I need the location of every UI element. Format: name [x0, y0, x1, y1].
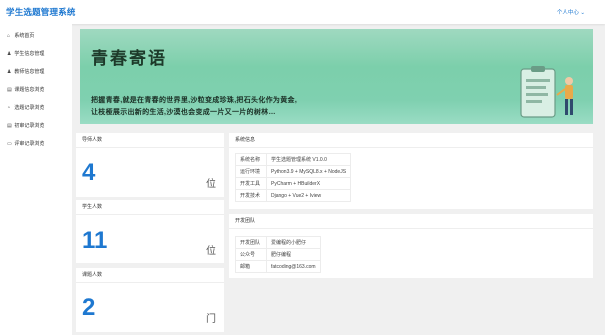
sidebar-item-label: 初审记录浏览 — [14, 123, 45, 129]
sidebar-item-label: 系统首页 — [14, 33, 35, 39]
sidebar-item-label: 教师信息管理 — [14, 69, 45, 75]
clipboard-illustration-icon — [520, 66, 573, 118]
info-value: 爱编程的小肥仔 — [266, 236, 321, 249]
stat-value: 4 — [82, 159, 96, 186]
dev-team-table: 开发团队 爱编程的小肥仔 公众号 肥仔编程 邮箱 fatcoding@163.com — [235, 236, 321, 273]
stat-label: 课题人数 — [76, 268, 224, 283]
table-row: 邮箱 fatcoding@163.com — [235, 260, 321, 273]
info-value: PyCharm + HBuilderX — [265, 177, 352, 190]
welcome-banner: 青春寄语 把握青春,就是在青春的世界里,沙粒变成珍珠,把石头化作为黄金, 让枝桠… — [80, 29, 593, 124]
stat-value: 2 — [82, 294, 96, 321]
info-key: 系统名称 — [235, 153, 267, 166]
home-icon: ⌂ — [7, 33, 11, 39]
sidebar-item-evaluation[interactable]: ▭ 评审记录浏览 — [0, 135, 72, 153]
person-icon: ♟ — [7, 69, 12, 75]
table-row: 运行环境 Python3.9 + MySQL8.x + NodeJS — [235, 165, 352, 178]
table-row: 开发工具 PyCharm + HBuilderX — [235, 177, 352, 190]
score-icon: ▭ — [7, 141, 12, 147]
banner-quote-line: 把握青春,就是在青春的世界里,沙粒变成珍珠,把石头化作为黄金, — [91, 97, 298, 104]
top-header: 学生选题管理系统 个人中心 ⌄ — [0, 0, 605, 24]
student-count-card: 学生人数 11 位 — [76, 200, 224, 263]
info-value: 肥仔编程 — [266, 248, 321, 261]
stat-unit: 门 — [206, 314, 216, 325]
sidebar-item-selection-records[interactable]: ◔ 选题记录浏览 — [0, 99, 72, 117]
stat-label: 学生人数 — [76, 200, 224, 215]
sidebar-item-label: 课题信息浏览 — [14, 87, 45, 93]
table-row: 公众号 肥仔编程 — [235, 248, 321, 261]
info-key: 开发技术 — [235, 189, 267, 202]
table-row: 系统名称 学生选题管理系统 V1.0.0 — [235, 153, 352, 166]
record-icon: ◔ — [7, 105, 11, 111]
info-key: 邮箱 — [235, 260, 267, 273]
info-value: fatcoding@163.com — [266, 260, 321, 273]
info-key: 公众号 — [235, 248, 267, 261]
sidebar-item-label: 选题记录浏览 — [14, 105, 45, 111]
system-info-table: 系统名称 学生选题管理系统 V1.0.0 运行环境 Python3.9 + MySQ… — [235, 153, 352, 202]
topic-count-card: 课题人数 2 门 — [76, 268, 224, 332]
table-row: 开发团队 爱编程的小肥仔 — [235, 236, 321, 249]
sidebar-item-students[interactable]: ♟ 学生信息管理 — [0, 45, 72, 63]
review-icon: ▤ — [7, 123, 12, 129]
system-info-panel: 系统信息 系统名称 学生选题管理系统 V1.0.0 运行环境 Python3.9 +… — [229, 133, 593, 209]
stat-label: 导师人数 — [76, 133, 224, 148]
info-key: 开发工具 — [235, 177, 267, 190]
stat-value: 11 — [82, 227, 108, 254]
info-value: 学生选题管理系统 V1.0.0 — [265, 153, 352, 166]
app-title: 学生选题管理系统 — [6, 7, 76, 17]
panel-title: 系统信息 — [229, 133, 593, 148]
user-center-menu[interactable]: 个人中心 ⌄ — [557, 8, 585, 16]
banner-title: 青春寄语 — [91, 49, 167, 68]
stat-unit: 位 — [206, 246, 216, 257]
info-value: Django + Vue2 + Iview — [265, 189, 352, 202]
sidebar: ⌂ 系统首页 ♟ 学生信息管理 ♟ 教师信息管理 ▤ 课题信息浏览 ◔ 选题记录… — [0, 24, 72, 335]
stat-unit: 位 — [206, 179, 216, 190]
sidebar-item-label: 评审记录浏览 — [14, 141, 45, 147]
info-key: 开发团队 — [235, 236, 267, 249]
dev-team-panel: 开发团队 开发团队 爱编程的小肥仔 公众号 肥仔编程 邮箱 fatcoding@163… — [229, 214, 593, 278]
sidebar-item-first-review[interactable]: ▤ 初审记录浏览 — [0, 117, 72, 135]
topic-icon: ▤ — [7, 87, 12, 93]
sidebar-item-teachers[interactable]: ♟ 教师信息管理 — [0, 63, 72, 81]
sidebar-item-label: 学生信息管理 — [14, 51, 45, 57]
teacher-count-card: 导师人数 4 位 — [76, 133, 224, 197]
panel-title: 开发团队 — [229, 214, 593, 229]
sidebar-item-topics[interactable]: ▤ 课题信息浏览 — [0, 81, 72, 99]
users-icon: ♟ — [7, 51, 12, 57]
table-row: 开发技术 Django + Vue2 + Iview — [235, 189, 352, 202]
info-key: 运行环境 — [235, 165, 267, 178]
banner-quote-line: 让枝桠展示出新的生活,沙漠也会变成一片又一片的树林… — [91, 109, 276, 116]
info-value: Python3.9 + MySQL8.x + NodeJS — [265, 165, 352, 178]
sidebar-item-home[interactable]: ⌂ 系统首页 — [0, 27, 72, 45]
